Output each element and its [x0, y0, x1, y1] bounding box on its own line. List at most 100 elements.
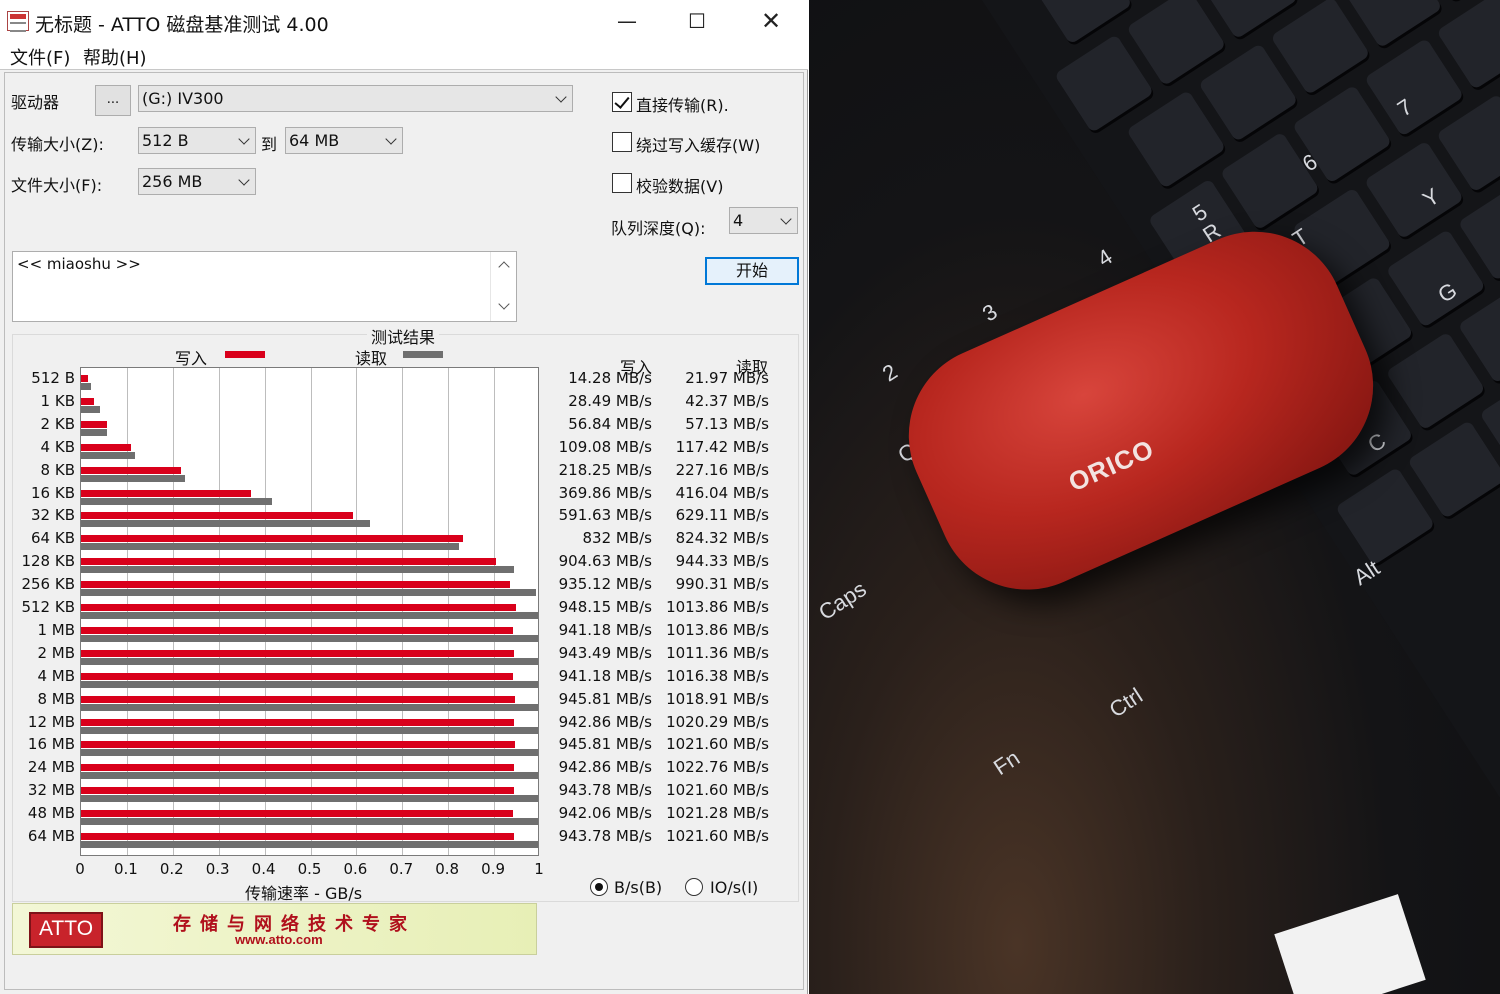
transfer-from-value: 512 B — [142, 131, 189, 150]
read-value: 824.32 MB/s — [675, 529, 769, 548]
row-label: 16 MB — [27, 735, 75, 754]
x-tick-label: 1 — [534, 860, 544, 878]
bar-write-24mb — [81, 764, 514, 772]
scroll-down-icon[interactable] — [498, 298, 510, 310]
row-label: 8 KB — [40, 460, 75, 479]
start-button[interactable]: 开始 — [705, 257, 799, 285]
menu-file[interactable]: 文件(F) — [10, 44, 70, 70]
description-textarea[interactable]: << miaoshu >> — [12, 251, 517, 322]
read-value: 42.37 MB/s — [685, 391, 769, 410]
bar-chart — [80, 367, 539, 856]
read-value: 21.97 MB/s — [685, 369, 769, 387]
write-value: 945.81 MB/s — [558, 689, 652, 708]
read-value: 1021.28 MB/s — [666, 804, 769, 823]
read-value: 1011.36 MB/s — [666, 643, 769, 662]
title-bar: 无标题 - ATTO 磁盘基准测试 4.00 — ☐ ✕ — [0, 0, 808, 42]
bar-read-4mb — [81, 680, 538, 688]
bar-read-32mb — [81, 795, 538, 803]
bar-read-24mb — [81, 772, 538, 780]
chevron-down-icon — [238, 133, 250, 145]
write-value: 948.15 MB/s — [558, 598, 652, 616]
row-label: 128 KB — [21, 552, 75, 571]
queue-depth-value: 4 — [733, 211, 744, 230]
legend-read-swatch — [403, 351, 443, 358]
read-value: 117.42 MB/s — [675, 437, 769, 456]
description-text: << miaoshu >> — [17, 255, 141, 273]
atto-banner[interactable]: ATTO 存储与网络技术专家 www.atto.com — [12, 903, 537, 955]
transfer-to-value: 64 MB — [289, 131, 340, 150]
close-button[interactable]: ✕ — [736, 0, 806, 42]
row-label: 64 KB — [31, 529, 75, 548]
direct-io-checkbox[interactable] — [612, 92, 632, 112]
row-label: 512 B — [31, 369, 75, 387]
row-label: 12 MB — [27, 712, 75, 731]
file-size-value: 256 MB — [142, 172, 203, 191]
bar-write-32mb — [81, 787, 515, 795]
row-label: 16 KB — [31, 483, 75, 502]
x-tick-label: 0.5 — [297, 860, 322, 878]
row-label: 2 KB — [40, 414, 75, 433]
menu-bar: 文件(F) 帮助(H) — [0, 42, 808, 70]
bar-read-64mb — [81, 841, 538, 848]
queue-depth-select[interactable]: 4 — [729, 207, 798, 234]
write-value: 943.78 MB/s — [558, 827, 652, 845]
bypass-cache-checkbox[interactable] — [612, 132, 632, 152]
bar-read-8kb — [81, 474, 186, 482]
write-value: 56.84 MB/s — [568, 414, 652, 433]
read-value: 1016.38 MB/s — [666, 666, 769, 685]
bar-read-1mb — [81, 634, 538, 642]
write-value: 941.18 MB/s — [558, 620, 652, 639]
transfer-from-select[interactable]: 512 B — [138, 127, 256, 154]
row-label: 1 KB — [40, 391, 75, 410]
keycap-label: 3 — [977, 298, 1002, 327]
maximize-button[interactable]: ☐ — [662, 0, 732, 42]
bar-write-32kb — [81, 512, 353, 520]
atto-logo: ATTO — [29, 912, 103, 948]
keycap-label: Ctrl — [1104, 682, 1147, 723]
drive-select-value: (G:) IV300 — [142, 89, 224, 108]
browse-button[interactable]: ... — [95, 85, 131, 116]
bar-write-1kb — [81, 397, 95, 405]
bar-read-64kb — [81, 543, 460, 551]
drive-select[interactable]: (G:) IV300 — [138, 85, 573, 112]
row-label: 4 KB — [40, 437, 75, 456]
write-value: 832 MB/s — [582, 529, 653, 548]
bar-read-512b — [81, 383, 92, 390]
read-value: 1018.91 MB/s — [666, 689, 769, 708]
transfer-to-select[interactable]: 64 MB — [285, 127, 403, 154]
read-value: 990.31 MB/s — [675, 575, 769, 594]
unit-ios-radio[interactable] — [685, 878, 703, 896]
file-size-select[interactable]: 256 MB — [138, 168, 256, 195]
read-value: 1013.86 MB/s — [666, 620, 769, 639]
bar-write-48mb — [81, 810, 514, 818]
bar-read-1kb — [81, 405, 101, 413]
legend-write-swatch — [225, 351, 265, 358]
write-value: 942.86 MB/s — [558, 758, 652, 777]
minimize-button[interactable]: — — [592, 0, 662, 42]
description-scrollbar[interactable] — [490, 252, 516, 321]
bar-read-12mb — [81, 726, 538, 734]
bar-write-64mb — [81, 833, 515, 840]
row-label: 1 MB — [37, 620, 75, 639]
write-value: 941.18 MB/s — [558, 666, 652, 685]
unit-bs-radio[interactable] — [590, 878, 608, 896]
menu-help[interactable]: 帮助(H) — [83, 44, 147, 70]
row-label: 4 MB — [37, 666, 75, 685]
bar-write-12mb — [81, 718, 514, 726]
read-value: 1021.60 MB/s — [666, 781, 769, 800]
red-ssd-photo — [880, 202, 1402, 619]
row-label: 48 MB — [27, 804, 75, 823]
row-label: 2 MB — [37, 643, 75, 662]
x-tick-label: 0.3 — [205, 860, 230, 878]
banner-url[interactable]: www.atto.com — [235, 932, 323, 947]
bar-write-512kb — [81, 604, 517, 611]
read-value: 57.13 MB/s — [685, 414, 769, 433]
bar-write-16kb — [81, 489, 251, 497]
row-label: 24 MB — [27, 758, 75, 777]
bar-read-8mb — [81, 703, 538, 711]
queue-depth-label: 队列深度(Q): — [611, 219, 706, 238]
bar-write-512b — [81, 375, 88, 382]
verify-checkbox[interactable] — [612, 173, 632, 193]
keycap-label: Fn — [988, 745, 1025, 781]
scroll-up-icon[interactable] — [498, 261, 510, 273]
